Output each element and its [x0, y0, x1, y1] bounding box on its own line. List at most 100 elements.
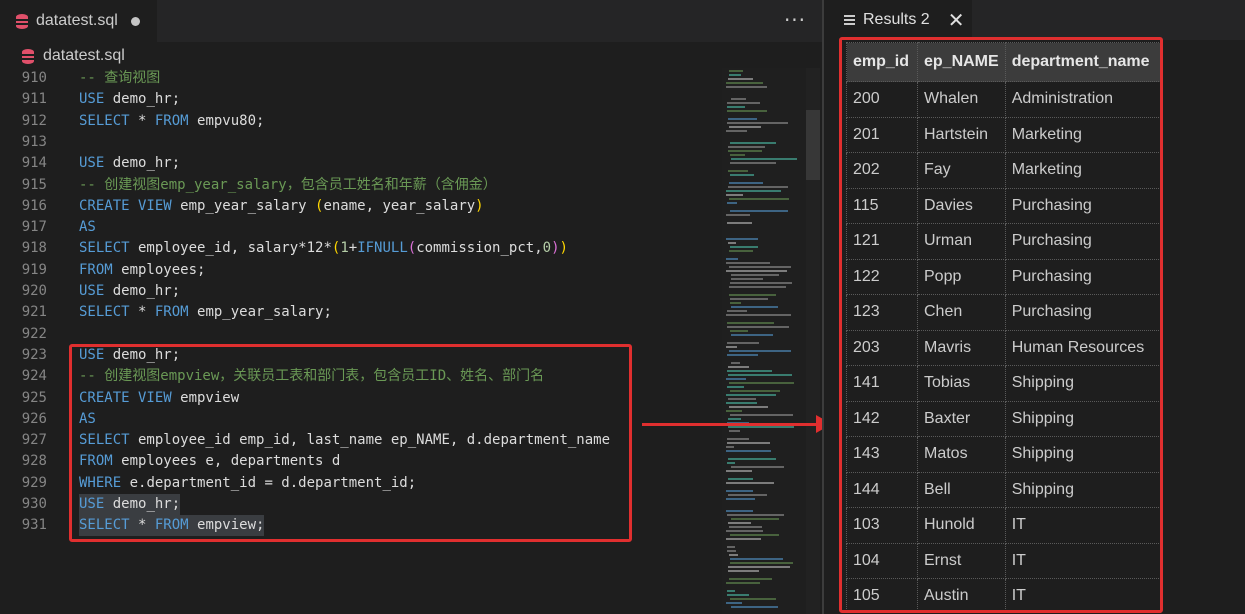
code-token: SELECT: [79, 240, 130, 257]
code-line[interactable]: 910 -- 查询视图: [0, 68, 720, 89]
code-line[interactable]: 917 AS: [0, 217, 720, 238]
line-number: 926: [21, 410, 47, 427]
code-line[interactable]: 921 SELECT * FROM emp_year_salary;: [0, 302, 720, 323]
code-line[interactable]: 919 FROM employees;: [0, 260, 720, 281]
minimap-line: [726, 482, 774, 484]
minimap-line: [731, 362, 740, 364]
minimap-line: [726, 602, 742, 604]
unsaved-dot-icon[interactable]: [130, 16, 140, 26]
minimap-line: [726, 470, 752, 472]
code-text: USE demo_hr;: [79, 281, 180, 302]
minimap-line: [727, 122, 788, 124]
minimap-line: [729, 250, 753, 252]
code-text: FROM employees;: [79, 260, 205, 281]
minimap-line: [726, 538, 761, 540]
code-line[interactable]: 912 SELECT * FROM empvu80;: [0, 111, 720, 132]
minimap-line: [731, 306, 778, 308]
line-number: 912: [21, 112, 47, 129]
code-token: +: [348, 240, 358, 257]
minimap-line: [726, 582, 760, 584]
code-text: USE demo_hr;: [79, 153, 180, 174]
code-text: SELECT employee_id, salary*12*(1+IFNULL(…: [79, 238, 568, 259]
code-token: SELECT: [79, 304, 130, 321]
minimap-line: [730, 534, 779, 536]
minimap-line: [731, 606, 778, 608]
close-icon[interactable]: ✕: [948, 10, 965, 30]
code-text: AS: [79, 217, 96, 238]
minimap-line: [727, 438, 749, 440]
code-line[interactable]: 913: [0, 132, 720, 153]
code-token: CREATE VIEW: [79, 197, 172, 214]
tab-results-2[interactable]: Results 2 ✕: [824, 0, 972, 40]
minimap-line: [731, 98, 746, 100]
minimap-line: [730, 330, 748, 332]
line-number: 910: [21, 70, 47, 86]
minimap-line: [728, 458, 776, 460]
list-icon: [844, 15, 855, 25]
minimap-line: [731, 274, 779, 276]
minimap-line: [729, 294, 776, 296]
line-number: 922: [21, 325, 47, 342]
line-number: 923: [21, 346, 47, 363]
minimap-line: [730, 142, 776, 144]
minimap-line: [729, 286, 786, 288]
minimap-line: [727, 462, 735, 464]
code-text: SELECT * FROM empvu80;: [79, 111, 264, 132]
annotation-arrow: [642, 423, 822, 426]
line-number: 917: [21, 219, 47, 236]
minimap-line: [729, 578, 772, 580]
line-number: 918: [21, 240, 47, 257]
minimap-line: [726, 394, 776, 396]
minimap-line: [727, 326, 789, 328]
minimap-line: [730, 598, 776, 600]
results-tab-bar: Results 2 ✕: [824, 0, 1245, 40]
code-token: 1: [340, 240, 349, 257]
minimap-line: [730, 282, 792, 284]
code-token: -- 创建视图emp_year_salary，包含员工姓名和年薪（含佣金）: [79, 176, 497, 193]
minimap-line: [730, 154, 745, 156]
code-line[interactable]: 918 SELECT employee_id, salary*12* (1+IFNU…: [0, 238, 720, 259]
code-token: FROM: [154, 112, 189, 129]
code-line[interactable]: 922: [0, 324, 720, 345]
minimap-line: [728, 146, 765, 148]
code-line[interactable]: 914 USE demo_hr;: [0, 153, 720, 174]
database-icon: [16, 13, 28, 29]
minimap[interactable]: [722, 68, 808, 614]
minimap-line: [730, 302, 741, 304]
code-line[interactable]: 911 USE demo_hr;: [0, 89, 720, 110]
minimap-line: [726, 214, 750, 216]
minimap-line: [726, 86, 767, 88]
minimap-line: [730, 162, 776, 164]
minimap-line: [729, 406, 768, 408]
tab-datatest-sql[interactable]: datatest.sql: [0, 0, 157, 42]
minimap-line: [727, 354, 758, 356]
code-token: 0: [542, 240, 552, 257]
minimap-line: [727, 110, 767, 112]
code-token: *: [129, 304, 155, 321]
minimap-line: [728, 522, 751, 524]
minimap-line: [727, 222, 752, 224]
minimap-line: [730, 210, 788, 212]
code-token: demo_hr;: [104, 91, 181, 108]
code-line[interactable]: 920 USE demo_hr;: [0, 281, 720, 302]
minimap-line: [726, 490, 753, 492]
minimap-line: [731, 158, 797, 160]
code-token: FROM: [154, 304, 189, 321]
code-text: CREATE VIEW emp_year_salary (ename, year…: [79, 196, 484, 217]
database-icon: [22, 48, 34, 64]
code-token: SELECT: [79, 112, 130, 129]
code-token: USE: [79, 91, 105, 108]
scrollbar-thumb[interactable]: [806, 110, 820, 180]
breadcrumb[interactable]: datatest.sql: [0, 42, 822, 70]
code-line[interactable]: 916 CREATE VIEW emp_year_salary (ename, y…: [0, 196, 720, 217]
more-actions-icon[interactable]: ···: [783, 6, 807, 34]
line-number: 919: [21, 261, 47, 278]
code-token: commission_pct,: [416, 240, 543, 257]
code-line[interactable]: 915 -- 创建视图emp_year_salary，包含员工姓名和年薪（含佣金）: [0, 175, 720, 196]
code-token: (: [407, 240, 417, 257]
code-token: ): [559, 240, 568, 257]
code-token: demo_hr;: [104, 155, 181, 172]
minimap-line: [728, 426, 794, 428]
minimap-line: [729, 182, 763, 184]
tab-label: datatest.sql: [36, 12, 118, 29]
